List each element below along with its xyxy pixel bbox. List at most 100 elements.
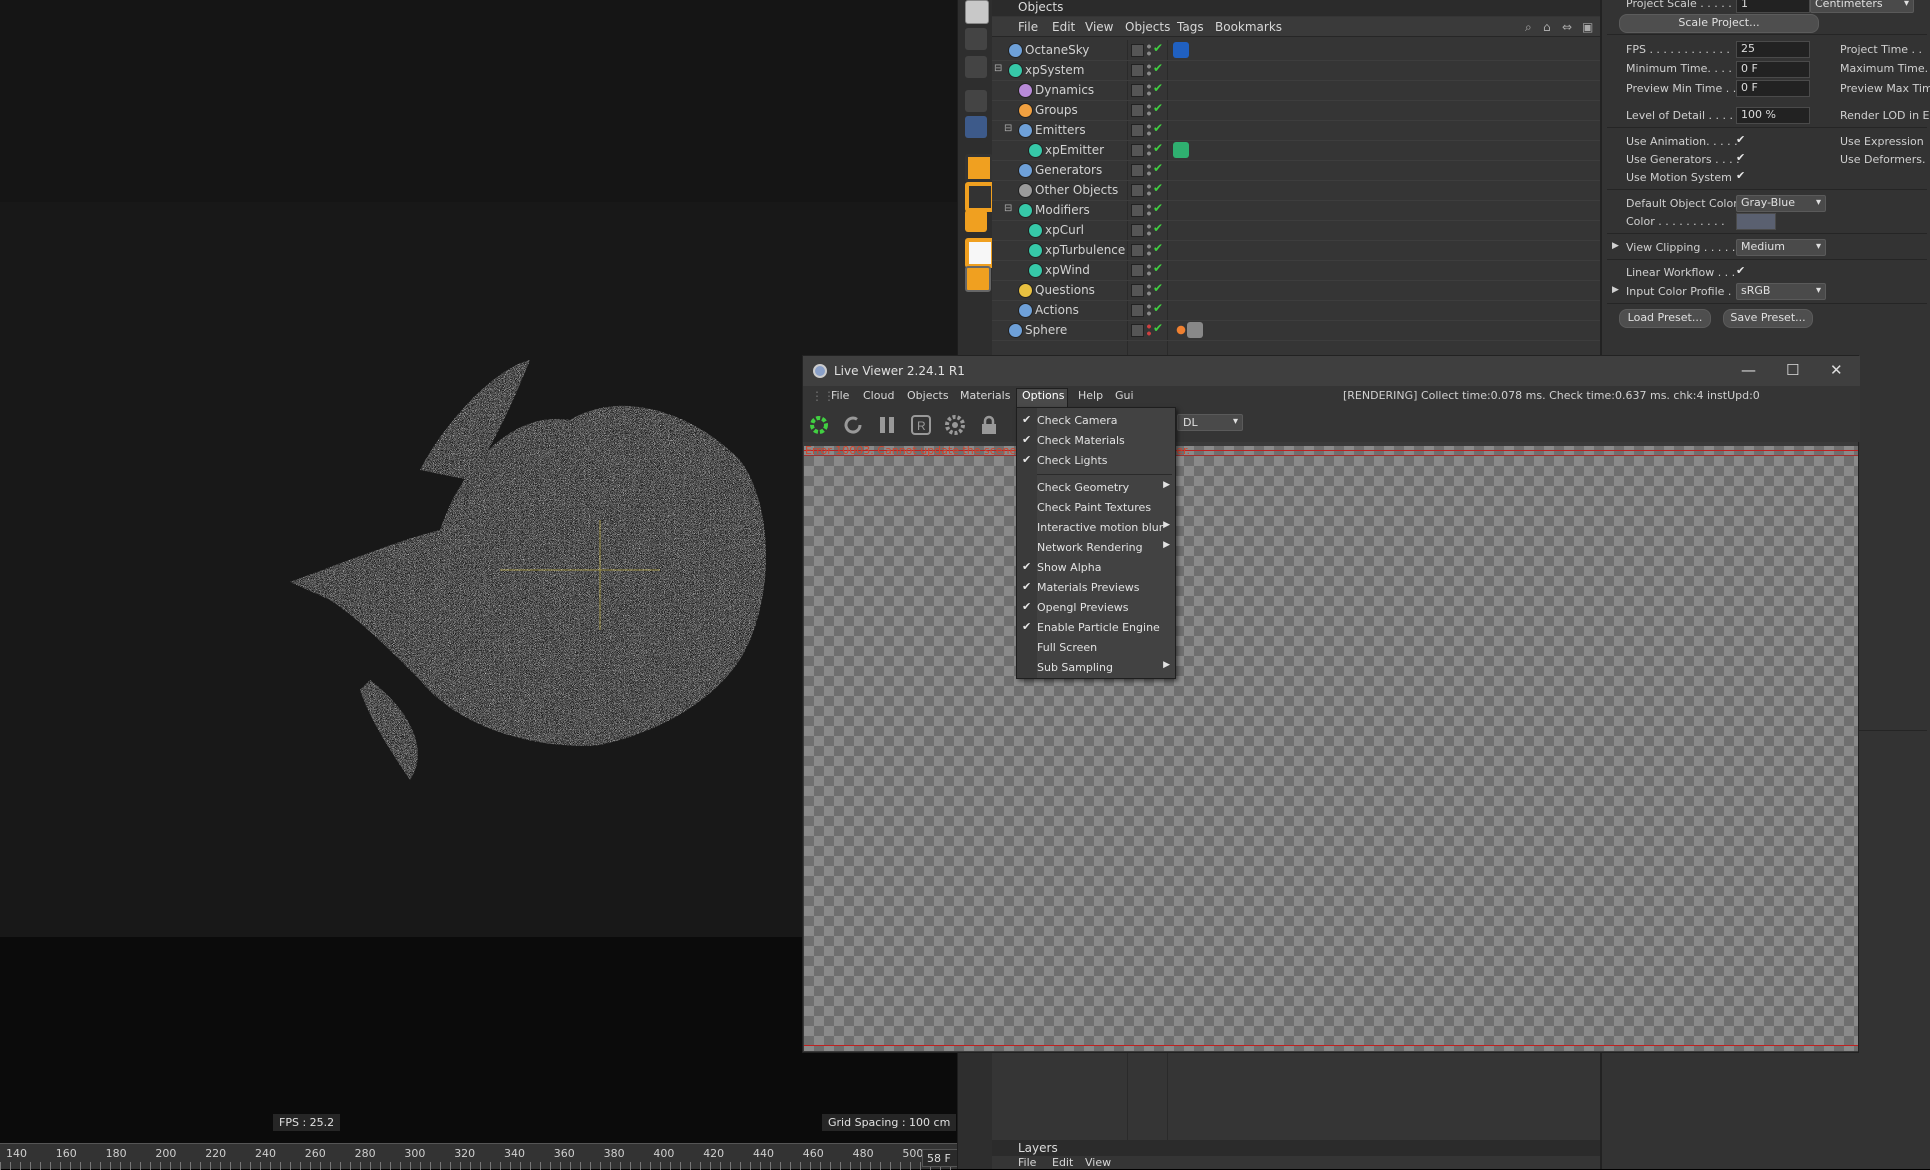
menu-tags[interactable]: Tags <box>1177 20 1204 34</box>
lv-menu-file[interactable]: File <box>831 389 849 402</box>
object-name[interactable]: xpTurbulence <box>1045 243 1125 257</box>
editor-render-visibility-dots[interactable] <box>1147 203 1151 217</box>
color-swatch[interactable] <box>1736 213 1776 230</box>
collapse-toggle-icon[interactable]: ⊟ <box>1004 203 1012 214</box>
region-render-icon[interactable]: R <box>909 413 933 437</box>
lv-menu-cloud[interactable]: Cloud <box>863 389 894 402</box>
object-tree-row[interactable]: Generators ✔ <box>992 160 1600 181</box>
new-window-icon[interactable]: ▣ <box>1582 20 1593 34</box>
render-canvas[interactable] <box>804 446 1858 1051</box>
options-menu-item[interactable]: ✔ Check Materials <box>1017 431 1177 451</box>
object-tree-row[interactable]: xpEmitter ✔ <box>992 140 1600 161</box>
edge-mode-icon[interactable] <box>965 210 987 232</box>
enabled-check-icon[interactable]: ✔ <box>1153 101 1163 115</box>
render-icon[interactable] <box>965 0 989 24</box>
object-name[interactable]: xpCurl <box>1045 223 1084 237</box>
object-mode-icon[interactable] <box>965 154 993 182</box>
use-generators-checkbox[interactable]: ✔ <box>1736 151 1745 164</box>
options-menu-item[interactable]: Network Rendering ▶ <box>1017 538 1177 558</box>
lock-icon[interactable] <box>977 413 1001 437</box>
object-name[interactable]: Generators <box>1035 163 1102 177</box>
layer-visibility-icon[interactable] <box>1131 224 1144 237</box>
layer-visibility-icon[interactable] <box>1131 144 1144 157</box>
object-name[interactable]: Actions <box>1035 303 1079 317</box>
joint-icon[interactable] <box>965 56 987 78</box>
timeline[interactable]: 140 160 180 200 220 240 260 280 300 320 340 360 380 4… <box>0 1143 957 1170</box>
settings-gear-icon[interactable] <box>943 413 967 437</box>
layer-visibility-icon[interactable] <box>1131 124 1144 137</box>
lv-menu-gui[interactable]: Gui <box>1115 389 1134 402</box>
object-name[interactable]: Emitters <box>1035 123 1086 137</box>
object-name[interactable]: Modifiers <box>1035 203 1090 217</box>
lv-menu-options[interactable]: Options <box>1022 389 1064 402</box>
use-motion-system-checkbox[interactable]: ✔ <box>1736 169 1745 182</box>
linear-workflow-checkbox[interactable]: ✔ <box>1736 264 1745 277</box>
options-menu-item[interactable]: ✔ Show Alpha <box>1017 558 1177 578</box>
layer-visibility-icon[interactable] <box>1131 64 1144 77</box>
layer-visibility-icon[interactable] <box>1131 184 1144 197</box>
options-menu-item[interactable]: Check Geometry ▶ <box>1017 478 1177 498</box>
brush-icon[interactable] <box>965 28 987 50</box>
editor-render-visibility-dots[interactable] <box>1147 143 1151 157</box>
pause-icon[interactable] <box>875 413 899 437</box>
render-kernel-dropdown[interactable]: DL <box>1177 414 1243 431</box>
object-tree-row[interactable]: ⊟ Modifiers ✔ <box>992 200 1600 221</box>
options-menu-item[interactable]: Check Paint Textures <box>1017 498 1177 518</box>
enabled-check-icon[interactable]: ✔ <box>1153 241 1163 255</box>
menu-file[interactable]: File <box>1018 20 1038 34</box>
enabled-check-icon[interactable]: ✔ <box>1153 81 1163 95</box>
enabled-check-icon[interactable]: ✔ <box>1153 221 1163 235</box>
editor-render-visibility-dots[interactable] <box>1147 183 1151 197</box>
layers-menu-file[interactable]: File <box>1018 1156 1036 1169</box>
enabled-check-icon[interactable]: ✔ <box>1153 261 1163 275</box>
object-tree-row[interactable]: xpCurl ✔ <box>992 220 1600 241</box>
live-viewer-titlebar[interactable]: Live Viewer 2.24.1 R1 — ☐ ✕ <box>803 356 1860 386</box>
editor-render-visibility-dots[interactable] <box>1147 323 1151 337</box>
lv-menu-objects[interactable]: Objects <box>907 389 949 402</box>
layer-visibility-icon[interactable] <box>1131 104 1144 117</box>
options-menu-item[interactable]: Sub Sampling ▶ <box>1017 658 1177 678</box>
layer-visibility-icon[interactable] <box>1131 304 1144 317</box>
options-menu-item[interactable]: ✔ Check Lights <box>1017 451 1177 471</box>
object-tree-row[interactable]: Dynamics ✔ <box>992 80 1600 101</box>
emitter-tag-icon[interactable] <box>1173 142 1189 158</box>
options-menu-item[interactable]: ✔ Enable Particle Engine <box>1017 618 1177 638</box>
enabled-check-icon[interactable]: ✔ <box>1153 61 1163 75</box>
enabled-check-icon[interactable]: ✔ <box>1153 301 1163 315</box>
minimum-time-field[interactable]: 0 F <box>1736 61 1810 78</box>
menu-view[interactable]: View <box>1085 20 1113 34</box>
link-icon[interactable]: ⇔ <box>1562 20 1572 34</box>
menu-edit[interactable]: Edit <box>1052 20 1075 34</box>
layer-visibility-icon[interactable] <box>1131 324 1144 337</box>
menu-bookmarks[interactable]: Bookmarks <box>1215 20 1282 34</box>
editor-render-visibility-dots[interactable] <box>1147 43 1151 57</box>
layer-visibility-icon[interactable] <box>1131 264 1144 277</box>
search-icon[interactable]: ⌕ <box>1525 20 1532 35</box>
object-tree-row[interactable]: Sphere ✔ <box>992 320 1600 341</box>
expand-arrow-icon[interactable]: ▶ <box>1612 241 1619 251</box>
close-icon[interactable]: ✕ <box>1830 361 1843 379</box>
layer-visibility-icon[interactable] <box>1131 84 1144 97</box>
project-scale-unit-dropdown[interactable]: Centimeters <box>1810 0 1914 13</box>
default-object-color-dropdown[interactable]: Gray-Blue <box>1736 195 1826 212</box>
options-menu-item[interactable]: ✔ Check Camera <box>1017 411 1177 431</box>
use-animation-checkbox[interactable]: ✔ <box>1736 133 1745 146</box>
layer-visibility-icon[interactable] <box>1131 164 1144 177</box>
enabled-check-icon[interactable]: ✔ <box>1153 181 1163 195</box>
restart-render-icon[interactable] <box>841 413 865 437</box>
input-color-profile-dropdown[interactable]: sRGB <box>1736 283 1826 300</box>
editor-render-visibility-dots[interactable] <box>1147 243 1151 257</box>
options-menu-item[interactable]: ✔ Materials Previews <box>1017 578 1177 598</box>
editor-render-visibility-dots[interactable] <box>1147 123 1151 137</box>
object-name[interactable]: Questions <box>1035 283 1095 297</box>
uv-mode-icon[interactable] <box>965 266 991 292</box>
point-mode-icon[interactable] <box>965 182 995 212</box>
layer-visibility-icon[interactable] <box>1131 204 1144 217</box>
object-tree-row[interactable]: ⊟ xpSystem ✔ <box>992 60 1600 81</box>
project-scale-field[interactable]: 1 <box>1736 0 1810 13</box>
object-name[interactable]: Sphere <box>1025 323 1067 337</box>
magnet-icon[interactable] <box>965 90 987 112</box>
layer-visibility-icon[interactable] <box>1131 284 1144 297</box>
enabled-check-icon[interactable]: ✔ <box>1153 201 1163 215</box>
object-tree-row[interactable]: ⊟ Emitters ✔ <box>992 120 1600 141</box>
